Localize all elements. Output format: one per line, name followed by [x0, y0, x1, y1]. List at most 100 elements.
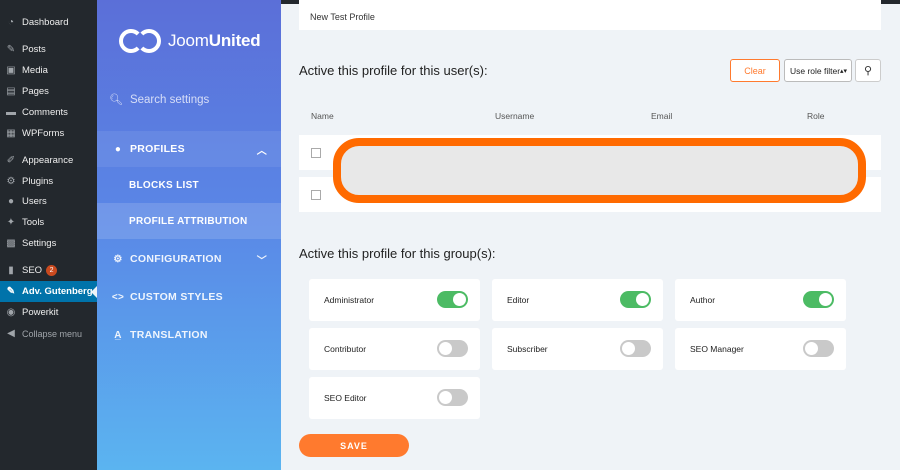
group-card-subscriber: Subscriber [492, 328, 663, 370]
nav-profiles[interactable]: ● PROFILES ︿ [97, 131, 281, 167]
wp-menu-label: Posts [22, 44, 46, 55]
nav-label: TRANSLATION [130, 329, 208, 341]
wp-menu-label: Comments [22, 107, 68, 118]
plugin-icon: ⚙ [6, 176, 16, 187]
redaction-overlay [333, 138, 866, 203]
wp-menu-tools[interactable]: ✦ Tools [0, 212, 97, 233]
logo-mark-icon [119, 26, 165, 56]
profile-editor: New Test Profile Active this profile for… [281, 0, 900, 470]
dashboard-icon: ◔ [7, 17, 15, 28]
wp-menu-dashboard[interactable]: ◔ Dashboard [0, 12, 97, 33]
chevron-down-icon: ﹀ [256, 255, 267, 267]
settings-search-placeholder: Search settings [129, 93, 210, 106]
wp-menu-appearance[interactable]: ✐ Appearance [0, 150, 97, 171]
wp-menu-wpforms[interactable]: ▦ WPForms [0, 123, 97, 144]
wp-menu-users[interactable]: ● Users [0, 191, 97, 212]
group-card-author: Author [675, 279, 846, 321]
group-toggle[interactable] [803, 340, 834, 357]
nav-configuration[interactable]: ⚙ CONFIGURATION ﹀ [97, 241, 281, 277]
wp-menu-label: Plugins [22, 176, 54, 187]
wp-menu-media[interactable]: ▣ Media [0, 60, 97, 81]
group-toggle[interactable] [437, 291, 468, 308]
column-header-role[interactable]: Role [807, 111, 824, 121]
wp-admin-menu: ◔ Dashboard ✎ Posts ▣ Media ▤ Pages ▬ Comment… [0, 0, 97, 470]
wp-menu-label: Settings [22, 238, 57, 249]
page-icon: ▤ [6, 86, 16, 97]
user-icon: ● [7, 196, 15, 207]
wp-menu-label: Powerkit [22, 307, 59, 318]
group-label: Contributor [324, 344, 367, 354]
wp-menu-settings[interactable]: ▩ Settings [0, 233, 97, 254]
settings-icon: ▩ [6, 238, 16, 249]
forms-icon: ▦ [6, 128, 16, 139]
users-section-title: Active this profile for this user(s): [299, 63, 488, 78]
clear-button[interactable]: Clear [730, 59, 780, 82]
brush-icon: ✐ [6, 155, 16, 166]
group-toggle[interactable] [620, 340, 651, 357]
wp-menu-label: Media [22, 65, 48, 76]
group-label: Administrator [324, 295, 375, 305]
nav-label: PROFILE ATTRIBUTION [129, 215, 248, 227]
group-label: Author [690, 295, 716, 305]
translation-icon: A̲ [114, 329, 122, 341]
wp-menu-adv-gutenberg[interactable]: ✎ Adv. Gutenberg [0, 281, 97, 302]
group-toggle[interactable] [437, 340, 468, 357]
wp-menu-label: Pages [22, 86, 49, 97]
group-toggle[interactable] [437, 389, 468, 406]
nav-label: PROFILES [130, 143, 185, 155]
media-icon: ▣ [6, 65, 16, 76]
nav-profile-attribution[interactable]: PROFILE ATTRIBUTION [97, 203, 281, 239]
column-header-username[interactable]: Username [495, 111, 534, 121]
group-label: SEO Editor [324, 393, 367, 403]
nav-translation[interactable]: A̲ TRANSLATION [97, 317, 281, 353]
wp-menu-collapse[interactable]: ◀ Collapse menu [0, 323, 97, 344]
logo-text: JoomUnited [168, 31, 261, 50]
nav-blocks-list[interactable]: BLOCKS LIST [97, 167, 281, 203]
nav-label: BLOCKS LIST [129, 179, 199, 191]
settings-search[interactable]: 🔍︎ Search settings [109, 93, 210, 107]
nav-label: CUSTOM STYLES [130, 291, 223, 303]
group-toggle[interactable] [620, 291, 651, 308]
wp-menu-label: Dashboard [22, 17, 69, 28]
select-caret-icon: ▴▾ [839, 67, 847, 75]
row-checkbox[interactable] [311, 190, 321, 200]
search-icon: ⚲ [863, 65, 873, 77]
wp-menu-label: Tools [22, 217, 45, 228]
group-toggle[interactable] [803, 291, 834, 308]
pencil-icon: ✎ [6, 286, 16, 297]
wrench-icon: ✦ [6, 217, 16, 228]
group-label: Subscriber [507, 344, 548, 354]
group-card-contributor: Contributor [309, 328, 480, 370]
row-checkbox[interactable] [311, 148, 321, 158]
wp-menu-seo[interactable]: ▮ SEO 2 [0, 260, 97, 281]
group-card-administrator: Administrator [309, 279, 480, 321]
save-button[interactable]: SAVE [299, 434, 409, 457]
user-circle-icon: ● [114, 143, 122, 155]
groups-section-title: Active this profile for this group(s): [299, 246, 496, 261]
nav-custom-styles[interactable]: <> CUSTOM STYLES [97, 279, 281, 315]
wp-menu-comments[interactable]: ▬ Comments [0, 102, 97, 123]
wp-menu-powerkit[interactable]: ◉ Powerkit [0, 302, 97, 323]
wp-menu-posts[interactable]: ✎ Posts [0, 39, 97, 60]
profile-name-field[interactable]: New Test Profile [299, 0, 881, 30]
pushpin-icon: ✎ [6, 44, 16, 55]
column-header-email[interactable]: Email [651, 111, 672, 121]
wp-menu-label: Appearance [22, 155, 74, 166]
role-filter-select[interactable]: Use role filter ▴▾ [784, 59, 852, 82]
nav-label: CONFIGURATION [130, 253, 222, 265]
wp-menu-label: Collapse menu [22, 328, 83, 339]
user-search-button[interactable]: ⚲ [855, 59, 881, 82]
wp-menu-pages[interactable]: ▤ Pages [0, 81, 97, 102]
chevron-up-icon: ︿ [256, 145, 267, 157]
column-header-name[interactable]: Name [311, 111, 334, 121]
wp-menu-plugins[interactable]: ⚙ Plugins [0, 171, 97, 192]
wp-menu-label: Users [22, 196, 47, 207]
powerkit-icon: ◉ [6, 307, 16, 318]
comment-icon: ▬ [6, 107, 16, 118]
group-card-editor: Editor [492, 279, 663, 321]
code-icon: <> [111, 291, 125, 303]
group-card-seo-editor: SEO Editor [309, 377, 480, 419]
search-icon: 🔍︎ [109, 94, 123, 106]
wp-menu-label: Adv. Gutenberg [22, 286, 93, 297]
group-label: Editor [507, 295, 530, 305]
